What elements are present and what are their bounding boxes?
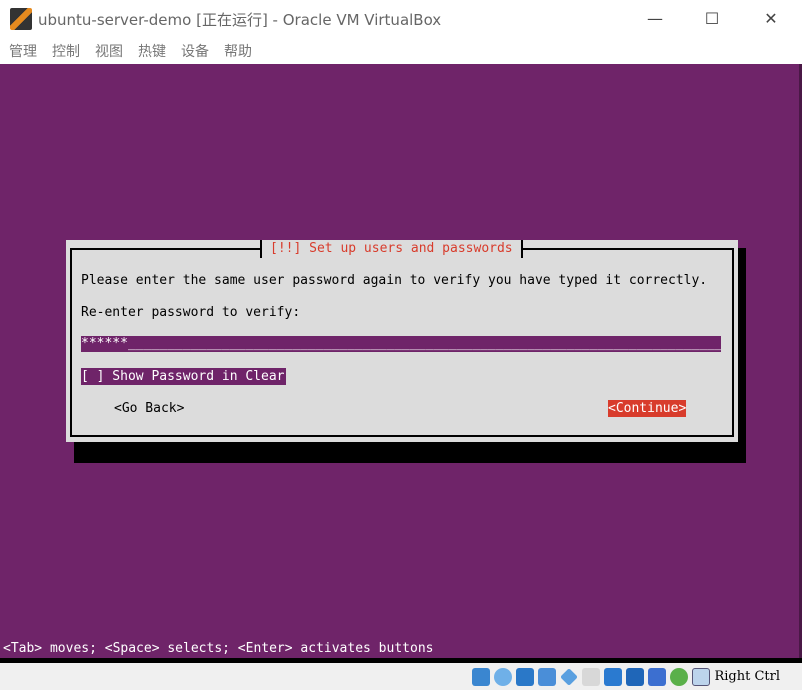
optical-disk-icon[interactable]	[494, 667, 513, 686]
menu-control[interactable]: 控制	[52, 41, 80, 61]
status-bar: Right Ctrl	[0, 663, 802, 690]
go-back-button[interactable]: <Go Back>	[114, 401, 184, 416]
display-icon[interactable]	[604, 667, 623, 686]
video-capture-icon[interactable]	[626, 667, 645, 686]
dialog-message: Please enter the same user password agai…	[81, 273, 708, 288]
menu-machine[interactable]: 管理	[9, 41, 37, 61]
menu-view[interactable]: 视图	[95, 41, 123, 61]
menu-help[interactable]: 帮助	[224, 41, 252, 61]
menu-devices[interactable]: 设备	[181, 41, 209, 61]
title-bar: ubuntu-server-demo [正在运行] - Oracle VM Vi…	[0, 0, 802, 38]
hard-disk-icon[interactable]	[472, 667, 491, 686]
continue-button[interactable]: <Continue>	[608, 400, 687, 417]
virtualbox-logo-icon	[10, 8, 32, 30]
window-title: ubuntu-server-demo [正在运行] - Oracle VM Vi…	[38, 10, 442, 29]
menu-bar: 管理 控制 视图 热键 设备 帮助	[0, 38, 258, 64]
host-key-label: Right Ctrl	[714, 669, 780, 684]
show-password-checkbox[interactable]: [ ] Show Password in Clear	[81, 368, 286, 385]
password-value: ******	[81, 336, 128, 351]
password-input[interactable]: ******__________________________________…	[81, 336, 721, 352]
password-prompt: Re-enter password to verify:	[81, 305, 301, 320]
maximize-button[interactable]: ☐	[697, 6, 727, 32]
audio-icon[interactable]	[516, 667, 535, 686]
close-button[interactable]: ✕	[756, 6, 786, 32]
usb-icon[interactable]	[560, 667, 579, 686]
minimize-button[interactable]: —	[640, 6, 670, 32]
mouse-integration-icon[interactable]	[670, 667, 689, 686]
menu-hotkeys[interactable]: 热键	[138, 41, 166, 61]
password-fill: ________________________________________…	[127, 336, 721, 351]
cpu-icon[interactable]	[648, 667, 667, 686]
network-icon[interactable]	[538, 667, 557, 686]
dialog-title: [!!] Set up users and passwords	[260, 240, 523, 258]
keyboard-hint: <Tab> moves; <Space> selects; <Enter> ac…	[3, 641, 434, 656]
keyboard-capture-icon[interactable]	[692, 667, 711, 686]
shared-folder-icon[interactable]	[582, 667, 601, 686]
